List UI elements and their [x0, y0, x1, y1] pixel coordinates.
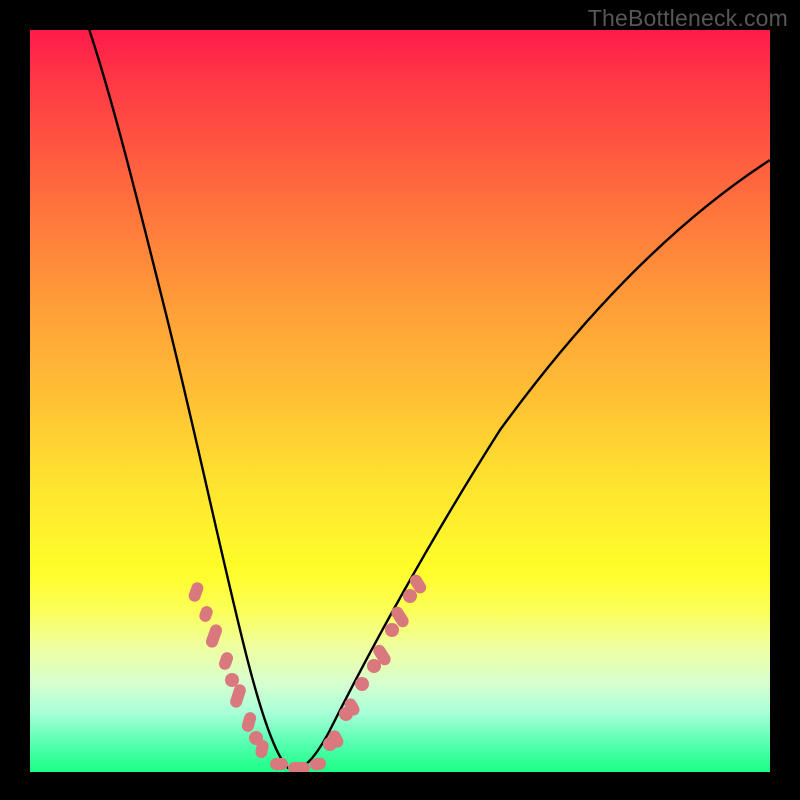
plot-area [30, 30, 770, 772]
chart-frame: TheBottleneck.com [0, 0, 800, 800]
marker-group [187, 572, 428, 772]
bottleneck-curve [86, 30, 770, 769]
curve-svg [30, 30, 770, 772]
watermark-text: TheBottleneck.com [588, 5, 788, 32]
